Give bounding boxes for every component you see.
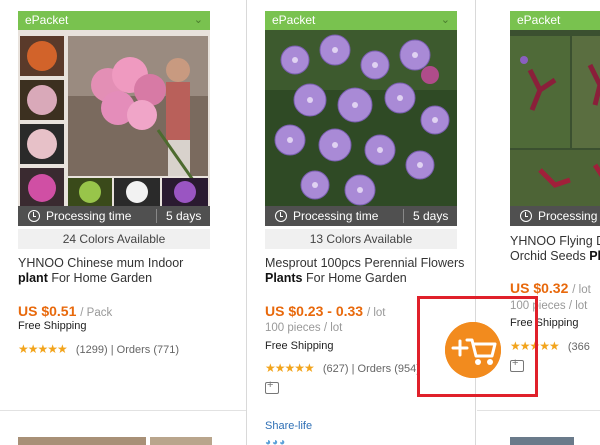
product-card-1[interactable]: ePacket ⌄ Processing time 5 days 24 Colo… xyxy=(0,0,230,410)
rating-row: ★★★★★ (1299) | Orders (771) xyxy=(18,342,179,356)
rating-separator: | xyxy=(110,344,114,356)
product-image[interactable] xyxy=(510,30,600,206)
next-row-image xyxy=(18,437,146,445)
processing-time-label: Processing time xyxy=(538,209,600,223)
price-value: US $0.32 xyxy=(510,280,569,296)
add-to-cart-icon xyxy=(445,322,501,378)
processing-time-bar: Processing time 5 days xyxy=(18,206,210,226)
product-title[interactable]: Mesprout 100pcs Perennial Flowers Plants… xyxy=(265,256,465,286)
price: US $0.32 / lot xyxy=(510,280,591,296)
chevron-down-icon[interactable]: ⌄ xyxy=(441,11,450,30)
clock-icon xyxy=(28,210,40,222)
epacket-badge: ePacket xyxy=(510,11,600,30)
processing-time-label: Processing time xyxy=(293,209,379,223)
title-text-line2: Orchid Seeds xyxy=(510,249,590,263)
clock-icon xyxy=(275,210,287,222)
price: US $0.23 - 0.33 / lot xyxy=(265,303,386,319)
product-image[interactable] xyxy=(265,30,457,206)
divider xyxy=(156,209,157,223)
title-text: YHNOO Flying D xyxy=(510,234,600,248)
product-title[interactable]: YHNOO Flying D Orchid Seeds Pl xyxy=(510,234,600,264)
price-value: US $0.23 - 0.33 xyxy=(265,303,364,319)
clock-icon xyxy=(520,210,532,222)
share-icons[interactable]: ◕◕◕ xyxy=(265,437,286,445)
price-unit: / lot xyxy=(572,284,591,296)
compare-icon[interactable] xyxy=(265,379,279,394)
epacket-label: ePacket xyxy=(25,13,69,27)
price-unit: / lot xyxy=(366,307,386,319)
title-text-end: For Home Garden xyxy=(302,271,407,285)
title-keyword: Pl xyxy=(589,249,600,263)
rating-row: ★★★★★ (627) | Orders (954) xyxy=(265,361,420,375)
rating-separator: | xyxy=(351,363,355,375)
review-count[interactable]: (366 xyxy=(568,341,590,353)
price: US $0.51 / Pack xyxy=(18,303,112,319)
epacket-label: ePacket xyxy=(272,13,316,27)
colors-available[interactable]: 24 Colors Available xyxy=(18,229,210,249)
product-title[interactable]: YHNOO Chinese mum Indoor plant For Home … xyxy=(18,256,218,286)
star-rating: ★★★★★ xyxy=(18,342,68,356)
review-count[interactable]: (1299) xyxy=(76,344,108,356)
clematis-photo xyxy=(265,30,457,206)
next-row-image xyxy=(510,437,574,445)
processing-days: 5 days xyxy=(413,209,449,223)
order-count: Orders (771) xyxy=(116,344,179,356)
processing-time-label: Processing time xyxy=(46,209,132,223)
free-shipping: Free Shipping xyxy=(18,320,87,332)
free-shipping: Free Shipping xyxy=(265,340,334,352)
epacket-label: ePacket xyxy=(517,13,561,27)
order-count: Orders (954) xyxy=(357,363,420,375)
price-unit: / Pack xyxy=(80,307,113,319)
chevron-down-icon[interactable]: ⌄ xyxy=(194,11,203,30)
chrysanthemum-photo xyxy=(18,30,210,206)
row-divider xyxy=(477,410,600,411)
orchid-photo xyxy=(510,30,600,206)
colors-available[interactable]: 13 Colors Available xyxy=(265,229,457,249)
review-count[interactable]: (627) xyxy=(323,363,349,375)
title-text: YHNOO Chinese mum Indoor xyxy=(18,256,184,270)
processing-days: 5 days xyxy=(166,209,202,223)
processing-time-bar: Processing time xyxy=(510,206,600,226)
row-divider xyxy=(0,410,246,411)
add-to-cart-button[interactable] xyxy=(445,322,501,378)
title-keyword: plant xyxy=(18,271,48,285)
processing-time-bar: Processing time 5 days xyxy=(265,206,457,226)
pieces-per-lot: 100 pieces / lot xyxy=(265,322,343,334)
next-row-image xyxy=(150,437,212,445)
title-keyword: Plants xyxy=(265,271,303,285)
star-rating: ★★★★★ xyxy=(265,361,315,375)
price-value: US $0.51 xyxy=(18,303,77,319)
title-text-end: For Home Garden xyxy=(47,271,153,285)
title-text: Mesprout 100pcs Perennial Flowers xyxy=(265,256,465,270)
divider xyxy=(403,209,404,223)
share-life-label[interactable]: Share-life xyxy=(265,420,312,432)
product-image[interactable] xyxy=(18,30,210,206)
epacket-badge: ePacket ⌄ xyxy=(18,11,210,30)
epacket-badge: ePacket ⌄ xyxy=(265,11,457,30)
